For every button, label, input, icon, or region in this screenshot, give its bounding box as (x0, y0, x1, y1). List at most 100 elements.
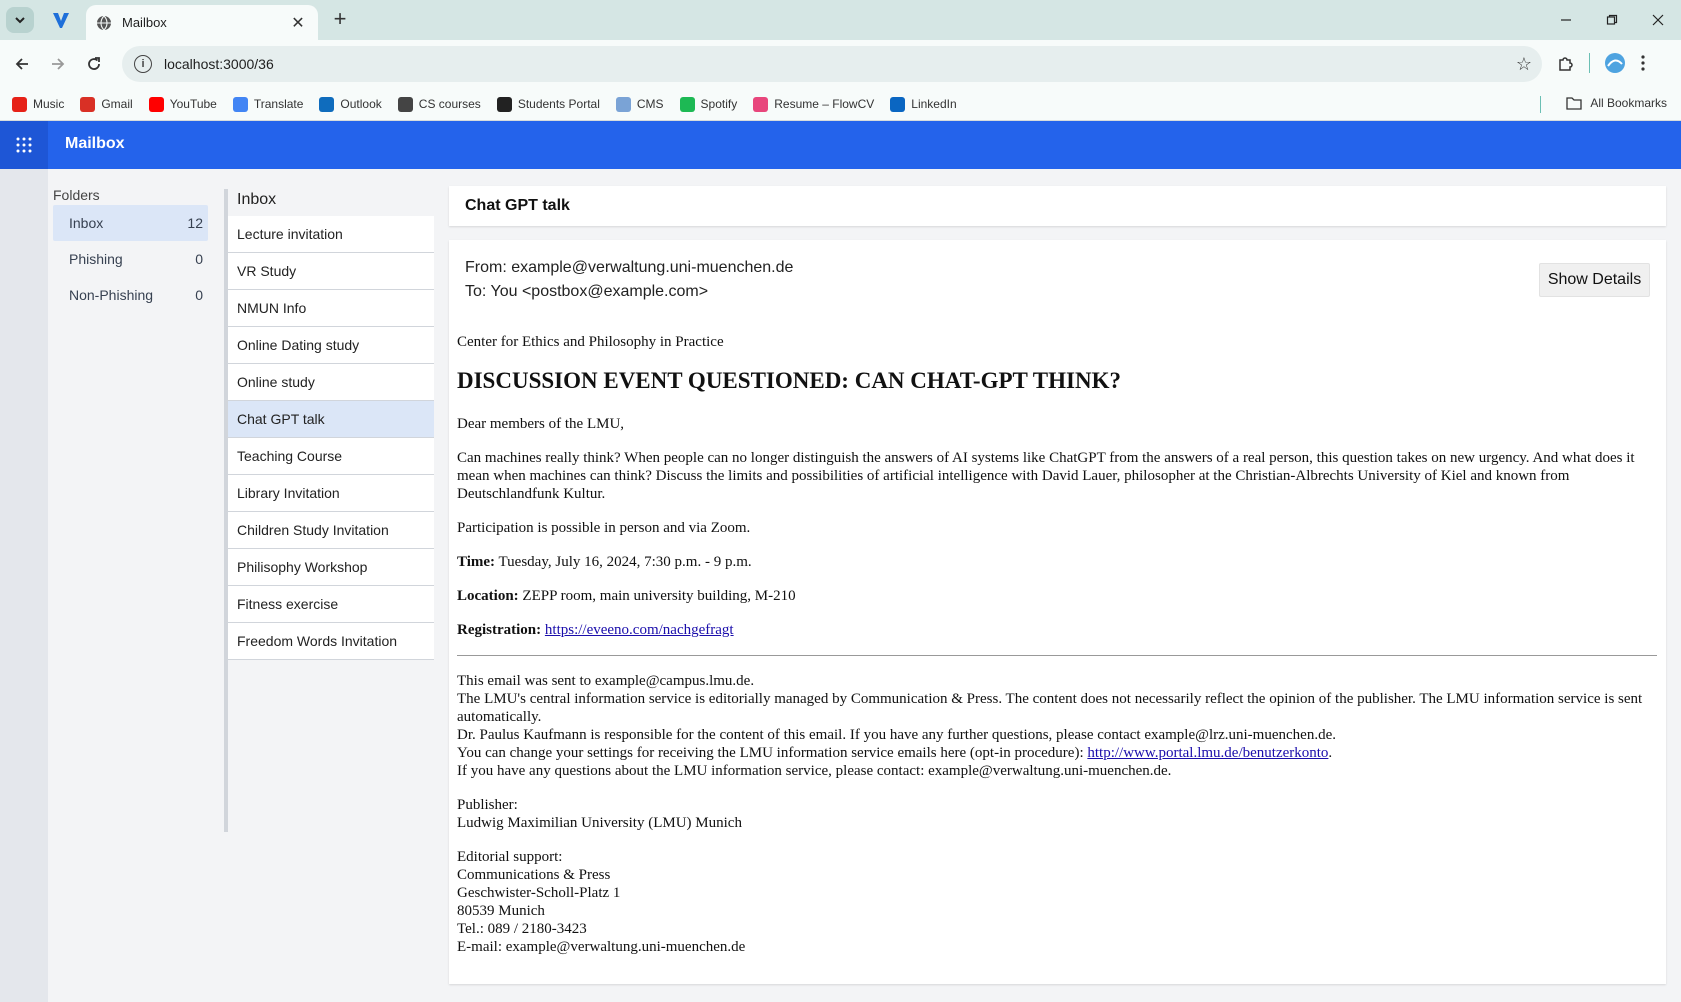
footer-settings-text: You can change your settings for receivi… (457, 745, 1088, 761)
subject-bar: Chat GPT talk (449, 186, 1666, 226)
footer-questions: If you have any questions about the LMU … (457, 763, 1172, 779)
close-window-button[interactable] (1635, 0, 1681, 40)
bookmark-label: Resume – FlowCV (774, 97, 875, 111)
forward-button[interactable] (46, 52, 70, 76)
folder-inbox[interactable]: Inbox 12 (53, 205, 208, 241)
folder-count: 12 (187, 215, 203, 231)
arrow-right-icon (52, 58, 65, 70)
chevron-down-icon (15, 17, 25, 24)
footer-settings-end: . (1328, 745, 1333, 761)
message-item[interactable]: Freedom Words Invitation (228, 623, 434, 660)
bookmark-item[interactable]: YouTube (148, 96, 217, 112)
reload-button[interactable] (82, 52, 106, 76)
youtube-icon (148, 96, 164, 112)
email-location: Location: ZEPP room, main university bui… (457, 587, 1657, 605)
registration-label: Registration: (457, 622, 542, 638)
bookmark-item[interactable]: Spotify (679, 96, 738, 112)
message-item[interactable]: Children Study Invitation (228, 512, 434, 549)
more-menu-icon[interactable] (1640, 54, 1646, 72)
message-item[interactable]: NMUN Info (228, 290, 434, 327)
all-bookmarks-label: All Bookmarks (1590, 96, 1667, 110)
message-item-selected[interactable]: Chat GPT talk (228, 401, 434, 438)
profile-avatar-icon[interactable] (1604, 52, 1626, 74)
extension-logo-icon[interactable] (50, 9, 72, 31)
bookmark-item[interactable]: Music (12, 96, 64, 112)
browser-tab-strip: Mailbox ✕ + (0, 0, 1681, 40)
minimize-button[interactable] (1543, 0, 1589, 40)
bookmark-label: LinkedIn (911, 97, 957, 111)
folder-count: 0 (195, 251, 203, 267)
new-tab-button[interactable]: + (328, 8, 352, 32)
bookmark-label: Spotify (700, 97, 738, 111)
email-intro: Can machines really think? When people c… (457, 450, 1635, 502)
email-to: To: You <postbox@example.com> (465, 283, 709, 300)
reload-icon (88, 57, 100, 70)
bookmark-item[interactable]: Resume – FlowCV (753, 96, 875, 112)
bookmark-item[interactable]: CS courses (397, 96, 481, 112)
registration-link[interactable]: https://eveeno.com/nachgefragt (545, 622, 734, 638)
folder-phishing[interactable]: Phishing 0 (53, 241, 208, 277)
bookmark-label: CS courses (418, 97, 481, 111)
url-text: localhost:3000/36 (164, 56, 274, 72)
email-headline: DISCUSSION EVENT QUESTIONED: CAN CHAT-GP… (457, 368, 1121, 393)
email-registration: Registration: https://eveeno.com/nachgef… (457, 621, 1657, 639)
bookmark-star-icon[interactable]: ☆ (1506, 54, 1542, 75)
close-tab-icon[interactable]: ✕ (288, 13, 308, 33)
bookmark-item[interactable]: Translate (232, 96, 304, 112)
footer-settings: You can change your settings for receivi… (457, 744, 1657, 762)
extensions-icon[interactable] (1557, 54, 1575, 72)
footer-responsible: Dr. Paulus Kaufmann is responsible for t… (457, 727, 1336, 743)
message-item[interactable]: Online Dating study (228, 327, 434, 364)
time-label: Time: (457, 554, 496, 570)
show-details-button[interactable]: Show Details (1539, 263, 1650, 297)
spotify-icon (679, 96, 695, 112)
bookmark-item[interactable]: CMS (615, 96, 664, 112)
bookmark-label: Gmail (101, 97, 133, 111)
editorial-line: E-mail: example@verwaltung.uni-muenchen.… (457, 939, 746, 955)
email-from: From: example@verwaltung.uni-muenchen.de (465, 259, 794, 276)
site-info-icon[interactable]: i (134, 55, 152, 73)
tab-search-button[interactable] (6, 7, 34, 33)
message-item[interactable]: Lecture invitation (228, 216, 434, 253)
message-list: Lecture invitation VR Study NMUN Info On… (228, 216, 434, 660)
message-item[interactable]: VR Study (228, 253, 434, 290)
bookmark-label: Translate (253, 97, 304, 111)
bookmark-label: Students Portal (517, 97, 600, 111)
message-item[interactable]: Library Invitation (228, 475, 434, 512)
all-bookmarks-button[interactable]: All Bookmarks (1566, 96, 1667, 110)
browser-tab[interactable]: Mailbox ✕ (86, 5, 318, 40)
app-launcher-button[interactable] (0, 121, 48, 169)
footer-sent: This email was sent to example@campus.lm… (457, 673, 755, 689)
location-label: Location: (457, 588, 519, 604)
message-list-pane: Inbox Lecture invitation VR Study NMUN I… (224, 169, 434, 1002)
bookmark-item[interactable]: LinkedIn (890, 96, 957, 112)
message-item[interactable]: Philisophy Workshop (228, 549, 434, 586)
bookmark-item[interactable]: Outlook (319, 96, 382, 112)
email-time: Time: Tuesday, July 16, 2024, 7:30 p.m. … (457, 553, 1657, 571)
flowcv-icon (753, 96, 769, 112)
message-item[interactable]: Fitness exercise (228, 586, 434, 623)
divider (457, 655, 1657, 656)
close-icon (1652, 14, 1664, 26)
message-item[interactable]: Teaching Course (228, 438, 434, 475)
folder-non-phishing[interactable]: Non-Phishing 0 (53, 277, 208, 313)
email-body: Center for Ethics and Philosophy in Prac… (457, 333, 1657, 972)
folder-label: Phishing (69, 251, 123, 267)
email-greeting: Dear members of the LMU, (457, 416, 625, 432)
folder-label: Inbox (69, 215, 104, 231)
message-item[interactable]: Online study (228, 364, 434, 401)
bookmark-item[interactable]: Students Portal (496, 96, 600, 112)
editorial-line: Communications & Press (457, 867, 611, 883)
url-field[interactable]: i localhost:3000/36 ☆ (122, 46, 1542, 82)
back-button[interactable] (10, 52, 34, 76)
restore-icon (1606, 14, 1618, 25)
document-icon (615, 96, 631, 112)
email-org: Center for Ethics and Philosophy in Prac… (457, 334, 724, 350)
portal-link[interactable]: http://www.portal.lmu.de/benutzerkonto (1087, 745, 1328, 761)
grid-icon (16, 137, 32, 153)
email-footer: This email was sent to example@campus.lm… (457, 672, 1657, 780)
bookmark-item[interactable]: Gmail (80, 96, 133, 112)
restore-button[interactable] (1589, 0, 1635, 40)
bookmark-label: Outlook (340, 97, 382, 111)
email-subject: Chat GPT talk (465, 197, 570, 214)
